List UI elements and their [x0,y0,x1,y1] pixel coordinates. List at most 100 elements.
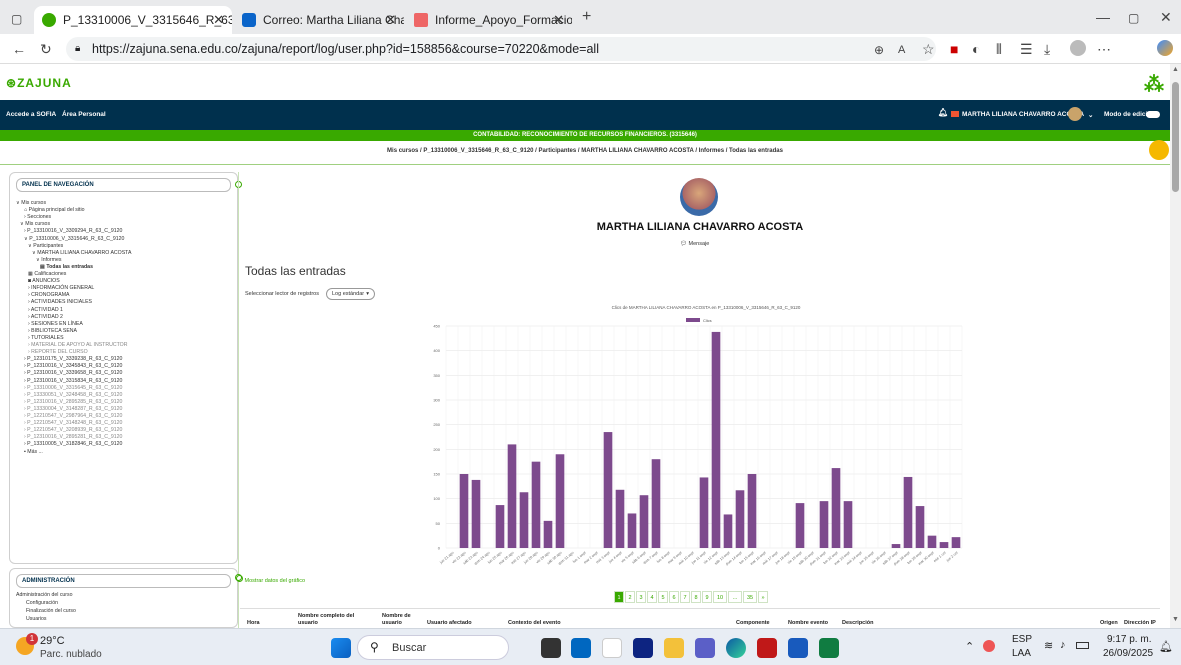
breadcrumb-item[interactable]: MARTHA LILIANA CHAVARRO ACOSTA [581,148,693,154]
sidebar-item[interactable]: ∨ Mis cursos [16,200,46,206]
tab-mail[interactable]: Correo: Martha Liliana Chavarro A ✕ [234,6,404,34]
chart-bar[interactable] [471,479,481,548]
chart-bar[interactable] [615,489,625,548]
edit-mode-toggle[interactable] [1146,111,1160,118]
admin-item[interactable]: Configuración [26,600,58,606]
wifi-icon[interactable]: ≋ [1044,639,1053,652]
chart-bar[interactable] [951,537,961,548]
th-componente[interactable]: Componente [736,620,770,626]
weather-desc[interactable]: Parc. nublado [40,649,102,660]
chart-bar[interactable] [639,495,649,548]
sidebar-item[interactable]: ∨ Participantes [28,243,63,249]
page-button[interactable]: 9 [702,591,712,603]
amazon-icon[interactable] [602,638,622,658]
page-button[interactable]: 3 [636,591,646,603]
sidebar-item[interactable]: › P_12210547_V_3148248_R_63_C_9120 [24,420,122,426]
page-button[interactable]: 7 [680,591,690,603]
page-button[interactable]: 35 [743,591,757,603]
sidebar-item[interactable]: › P_12310016_V_3339658_R_63_C_9120 [24,370,122,376]
sidebar-item[interactable]: › P_13310016_V_3309294_R_63_C_9120 [24,228,122,234]
nav-link-sofia[interactable]: Accede a SOFIA [6,111,56,118]
chart-bar[interactable] [699,477,709,548]
notifications-icon[interactable]: 🔔︎ [1159,640,1173,653]
th-nombre-evento[interactable]: Nombre evento [788,620,828,626]
sidebar-item[interactable]: ∨ MARTHA LILIANA CHAVARRO ACOSTA [32,250,131,256]
chart-bar[interactable] [939,542,949,548]
zoom-icon[interactable]: ⊕ [874,42,884,58]
excel-icon[interactable] [819,638,839,658]
chart-bar[interactable] [555,454,565,548]
admin-item[interactable]: Administración del curso [16,592,73,598]
sidebar-item[interactable]: › P_12310016_V_2895285_R_63_C_9120 [24,399,122,405]
minimize-icon[interactable]: — [1096,9,1110,25]
extension-icon[interactable]: ■ [950,41,958,57]
sidebar-item[interactable]: ▦ Calificaciones [28,271,66,277]
sidebar-item[interactable]: › CRONOGRAMA [28,292,70,298]
windows-start-icon[interactable] [331,638,351,658]
page-button[interactable]: ... [728,591,742,603]
split-screen-icon[interactable]: ⫴ [996,41,1002,57]
page-button[interactable]: 6 [669,591,679,603]
th-hora[interactable]: Hora [247,620,260,626]
bell-icon[interactable]: 🔔︎ [938,108,948,117]
admin-item[interactable]: Finalización del curso [26,608,76,614]
log-reader-select[interactable]: Log estándar ▾ [326,288,375,300]
extension-icon[interactable]: ◐ [972,41,980,57]
breadcrumb-item[interactable]: Participantes [539,148,577,154]
chart-bar[interactable] [747,474,757,548]
breadcrumb-item[interactable]: P_13310006_V_3315646_R_63_C_9120 [423,148,533,154]
chart-bar[interactable] [651,459,661,548]
sidebar-item[interactable]: ∨ P_13310006_V_3315646_R_63_C_9120 [24,236,124,242]
sidebar-item[interactable]: › TUTORIALES [28,335,64,341]
sidebar-item[interactable]: › P_12310016_V_3315834_R_63_C_9120 [24,378,122,384]
chart-bar[interactable] [711,331,721,548]
mcafee-icon[interactable] [757,638,777,658]
sidebar-item[interactable]: › P_12310175_V_3339238_R_63_C_9120 [24,356,122,362]
chart-bar[interactable] [891,544,901,548]
chart-bar[interactable] [459,474,469,548]
maximize-icon[interactable]: ▢ [1128,10,1139,26]
page-button[interactable]: 2 [625,591,635,603]
user-menu-name[interactable]: MARTHA LILIANA CHAVARRO ACOSTA [962,111,1084,118]
clock-date[interactable]: 26/09/2025 [1103,648,1153,659]
sidebar-item[interactable]: › INFORMACIÓN GENERAL [28,285,94,291]
sidebar-item[interactable]: › P_12210547_V_2987964_R_63_C_9120 [24,413,122,419]
url-input[interactable]: 🔒︎ https://zajuna.sena.edu.co/zajuna/rep… [66,37,936,61]
page-button[interactable]: 5 [658,591,668,603]
chart-bar[interactable] [735,490,745,548]
page-button[interactable]: 10 [713,591,727,603]
close-tab-icon[interactable]: ✕ [213,12,224,28]
weather-temp[interactable]: 29°C [40,635,65,647]
lang-top[interactable]: ESP [1012,634,1032,645]
th-nombre-completo[interactable]: Nombre completo del usuario [298,613,360,627]
chart-bar[interactable] [723,514,733,548]
page-button-active[interactable]: 1 [614,591,624,603]
page-button[interactable]: 8 [691,591,701,603]
back-icon[interactable]: ← [12,41,26,57]
sidebar-item[interactable]: › P_12310016_V_3345843_R_63_C_9120 [24,363,122,369]
admin-item[interactable]: Usuarios [26,616,46,622]
scrollbar-thumb[interactable] [1172,82,1179,192]
sidebar-item[interactable]: › P_13330051_V_3248458_R_63_C_9120 [24,392,122,398]
tab-report[interactable]: Informe_Apoyo_Formacion (54)se ✕ [406,6,572,34]
th-origen[interactable]: Origen [1100,620,1118,626]
chart-bar[interactable] [843,501,853,548]
sidebar-item[interactable]: › BIBLIOTECA SENA [28,328,77,334]
lang-bottom[interactable]: LAA [1012,648,1031,659]
teams-icon[interactable] [695,638,715,658]
sidebar-item[interactable]: › MATERIAL DE APOYO AL INSTRUCTOR [28,342,127,348]
favorite-star-icon[interactable]: ☆ [922,41,935,57]
sidebar-item[interactable]: › P_12310016_V_2895281_R_63_C_9120 [24,434,122,440]
window-menu-icon[interactable]: ▢ [11,11,22,27]
nav-link-area-personal[interactable]: Área Personal [62,111,106,118]
microsoft-store-icon[interactable] [571,638,591,658]
dropbox-icon[interactable] [633,638,653,658]
sidebar-item[interactable]: ▤ Todas las entradas [40,264,93,270]
favorites-icon[interactable]: ☰ [1020,41,1033,57]
sidebar-item[interactable]: › Secciones [24,214,51,220]
show-hidden-icons[interactable]: ⌃ [965,640,974,653]
sidebar-item[interactable]: ∨ Mis cursos [20,221,50,227]
sidebar-item[interactable]: › P_13330004_V_3148287_R_63_C_9120 [24,406,122,412]
chart-bar[interactable] [519,492,529,548]
th-descripcion[interactable]: Descripción [842,620,873,626]
